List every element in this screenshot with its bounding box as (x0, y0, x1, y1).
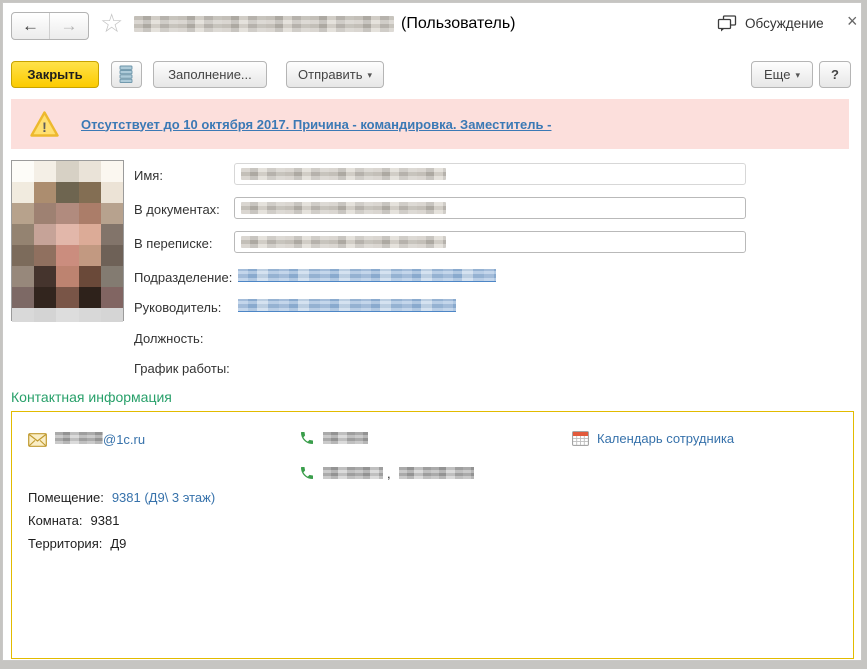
territory-value: Д9 (110, 536, 127, 551)
contacts-section-title: Контактная информация (11, 389, 172, 405)
warning-icon: ! (30, 110, 59, 137)
fill-button[interactable]: Заполнение... (153, 61, 267, 88)
manager-label: Руководитель: (134, 300, 222, 315)
room-link[interactable]: 9381 (Д9\ 3 этаж) (112, 490, 215, 505)
contacts-panel: @1c.ru Календарь сотрудника , Помещение:… (11, 411, 854, 659)
more-button-label: Еще (764, 67, 791, 82)
absence-link[interactable]: Отсутствует до 10 октября 2017. Причина … (81, 117, 551, 132)
redacted-phone (323, 467, 383, 479)
redacted-link (238, 269, 496, 282)
envelope-icon (28, 432, 47, 447)
room-row: Помещение: 9381 (Д9\ 3 этаж) (28, 490, 215, 505)
stacked-list-icon (119, 65, 133, 84)
name-label: Имя: (134, 168, 163, 183)
room-label: Помещение: (28, 490, 104, 505)
territory-label: Территория: (28, 536, 103, 551)
discussion-label: Обсуждение (745, 16, 824, 31)
correspondence-label: В переписке: (134, 236, 213, 251)
chevron-down-icon: ▾ (795, 70, 800, 80)
territory-row: Территория: Д9 (28, 536, 126, 551)
redacted-value (241, 236, 446, 248)
more-button[interactable]: Еще ▾ (751, 61, 813, 88)
absence-warning-banner: ! Отсутствует до 10 октября 2017. Причин… (11, 99, 849, 149)
calendar-icon (572, 431, 589, 446)
documents-input[interactable] (234, 197, 746, 219)
phone-icon (301, 467, 313, 479)
redacted-value (241, 168, 446, 180)
department-label: Подразделение: (134, 270, 233, 285)
redacted-phone (323, 432, 368, 444)
close-form-button[interactable]: Закрыть (11, 61, 99, 88)
schedule-label: График работы: (134, 361, 230, 376)
discussion-button[interactable]: Обсуждение (717, 15, 824, 32)
room-number-value: 9381 (90, 513, 120, 528)
phone-separator: , (387, 465, 391, 481)
profile-photo (11, 160, 124, 322)
phone-row-1 (299, 430, 368, 446)
close-window-icon[interactable]: × (841, 9, 864, 34)
correspondence-input[interactable] (234, 231, 746, 253)
svg-text:!: ! (42, 119, 47, 135)
change-history-button[interactable] (111, 61, 142, 88)
send-button-label: Отправить (298, 67, 363, 82)
department-link[interactable] (238, 269, 496, 287)
forward-button[interactable]: → (50, 13, 88, 39)
redacted-user-name (134, 16, 394, 32)
room-number-row: Комната: 9381 (28, 513, 119, 528)
redacted-link (238, 299, 456, 312)
room-number-label: Комната: (28, 513, 83, 528)
favorite-star-icon[interactable]: ☆ (100, 9, 123, 37)
calendar-row[interactable]: Календарь сотрудника (572, 430, 734, 446)
manager-link[interactable] (238, 299, 456, 317)
back-button[interactable]: ← (12, 13, 51, 39)
phone-icon (301, 432, 313, 444)
redacted-phone (398, 467, 474, 479)
redacted-email-prefix (55, 432, 103, 444)
window-title: (Пользователь) (134, 15, 515, 33)
phone-row-2: , (299, 465, 474, 481)
documents-label: В документах: (134, 202, 220, 217)
email-row[interactable]: @1c.ru (28, 432, 145, 447)
position-label: Должность: (134, 331, 204, 346)
email-link: @1c.ru (103, 432, 146, 447)
history-nav: ← → (11, 12, 89, 40)
name-input[interactable] (234, 163, 746, 185)
redacted-value (241, 202, 446, 214)
help-button[interactable]: ? (819, 61, 851, 88)
employee-calendar-link: Календарь сотрудника (597, 430, 735, 446)
send-button[interactable]: Отправить ▾ (286, 61, 384, 88)
chevron-down-icon: ▾ (367, 70, 372, 80)
chat-icon (717, 15, 737, 32)
user-card-window: ← → ☆ (Пользователь) Обсуждение × Закрыт… (2, 2, 862, 661)
title-suffix: (Пользователь) (401, 15, 516, 32)
